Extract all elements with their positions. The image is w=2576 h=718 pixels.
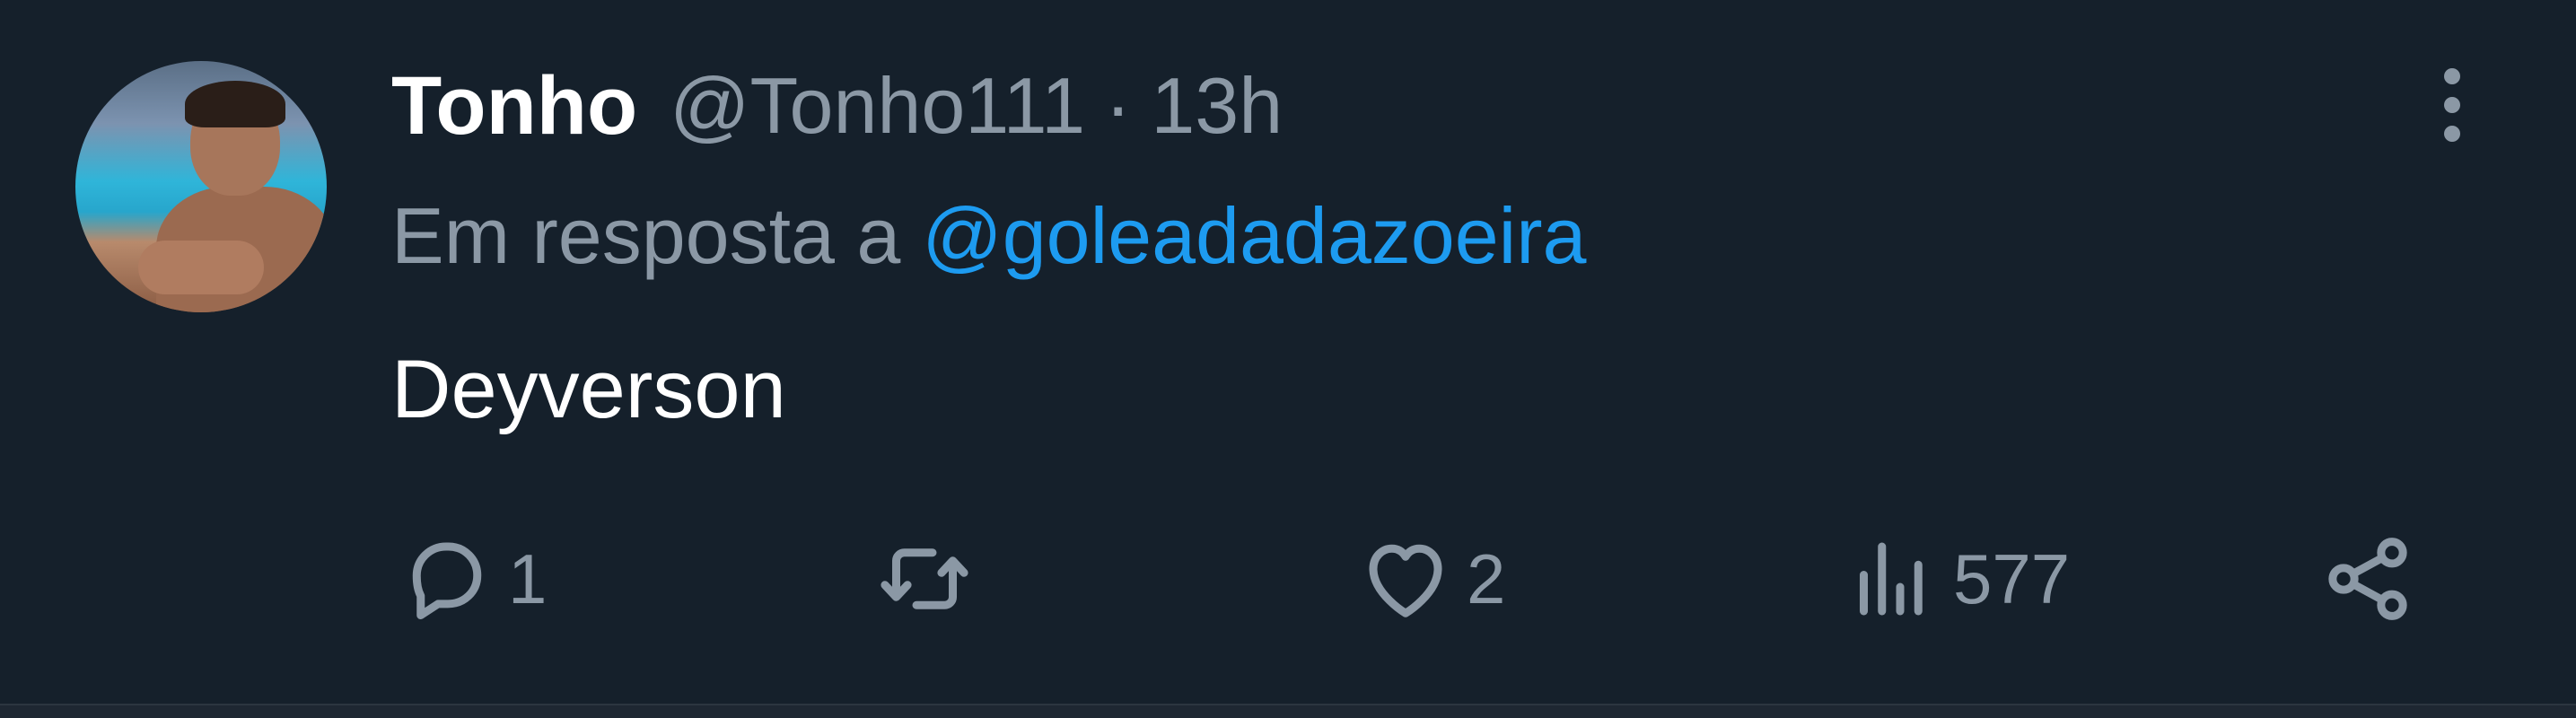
reply-icon	[412, 542, 482, 619]
more-dot-icon	[2444, 97, 2460, 113]
reply-prefix: Em resposta a	[391, 191, 901, 280]
like-button[interactable]: 2	[1357, 521, 1505, 637]
reply-count: 1	[508, 538, 548, 618]
more-dot-icon	[2444, 126, 2460, 142]
heart-icon	[1369, 544, 1442, 617]
share-button[interactable]	[2319, 521, 2416, 637]
views-count: 577	[1953, 538, 2071, 618]
tweet-card[interactable]: Tonho @Tonho111 · 13h Em resposta a @gole…	[0, 0, 2576, 718]
reply-button[interactable]: 1	[399, 521, 547, 637]
user-handle[interactable]: @Tonho111	[670, 60, 1085, 152]
views-button[interactable]: 577	[1844, 521, 2070, 637]
retweet-icon	[881, 548, 968, 609]
more-options-button[interactable]	[2423, 56, 2481, 154]
tweet-header: Tonho @Tonho111 · 13h	[391, 52, 1283, 160]
avatar[interactable]	[75, 61, 327, 312]
avatar-hands	[138, 241, 264, 294]
retweet-button[interactable]	[876, 521, 986, 637]
avatar-hair	[185, 81, 285, 127]
separator-dot: ·	[1105, 61, 1132, 150]
reply-context: Em resposta a @goleadadazoeira	[391, 190, 1586, 282]
display-name[interactable]: Tonho	[391, 59, 637, 153]
timestamp[interactable]: 13h	[1151, 60, 1283, 152]
more-dot-icon	[2444, 68, 2460, 84]
tweet-text: Deyverson	[391, 344, 786, 435]
like-count: 2	[1467, 538, 1506, 618]
reply-mention-link[interactable]: @goleadadazoeira	[922, 191, 1586, 280]
views-icon	[1860, 542, 1923, 616]
share-icon	[2328, 538, 2407, 620]
divider	[0, 704, 2576, 718]
